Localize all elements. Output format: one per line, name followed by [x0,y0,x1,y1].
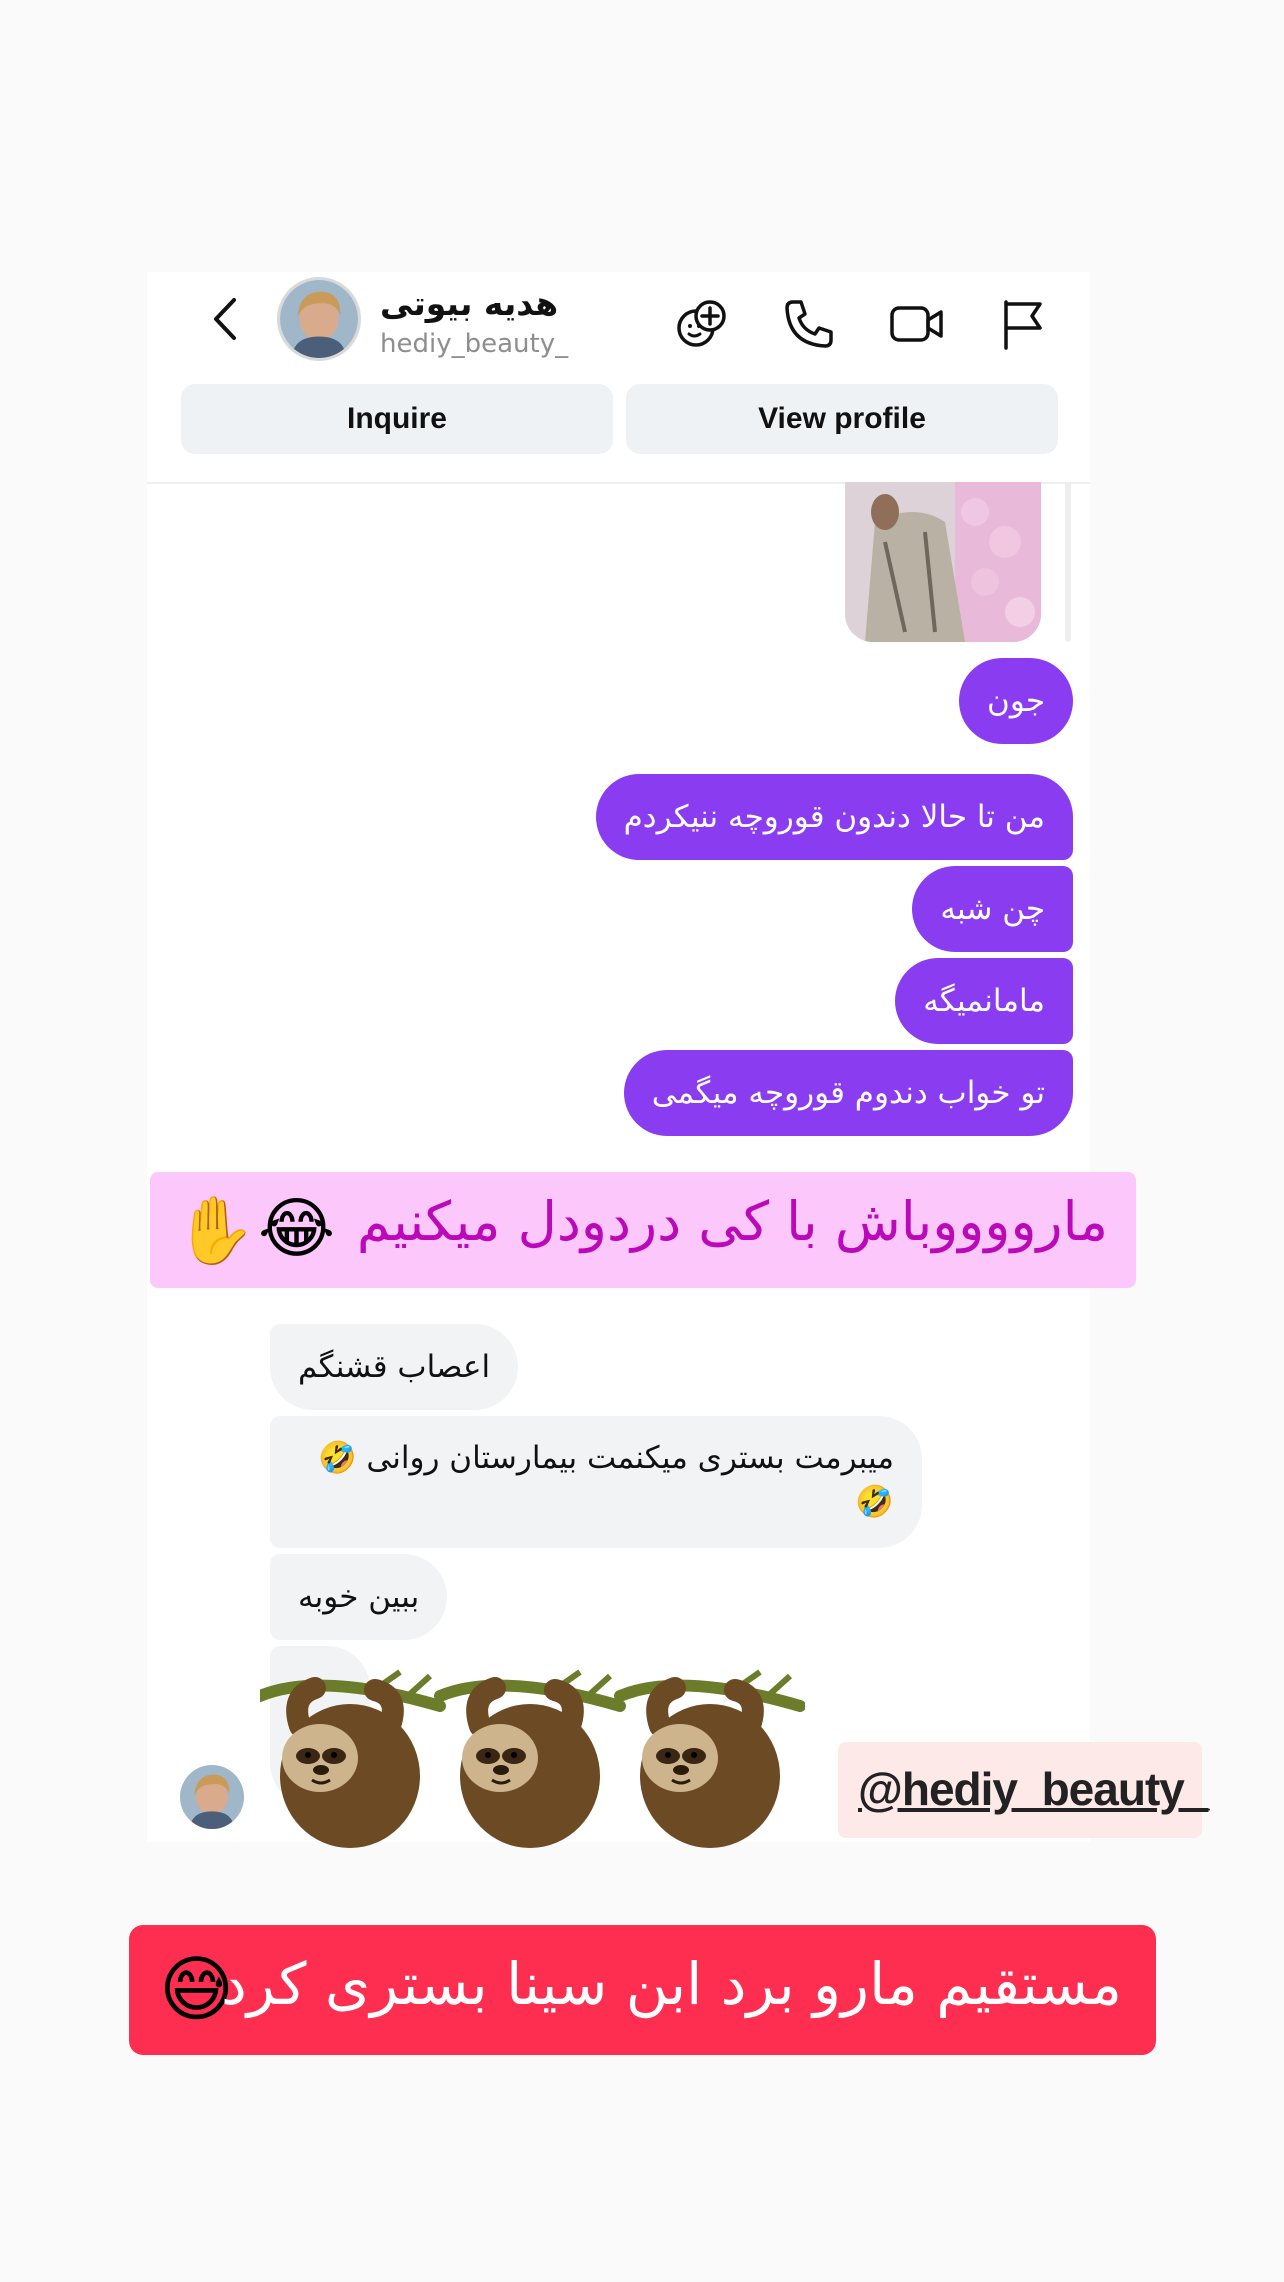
photo-scrollbar [1065,482,1071,642]
outgoing-message[interactable]: تو خواب دندوم قوروچه میگمی [623,1050,1073,1136]
report-flag-icon[interactable] [994,294,1054,354]
view-profile-button[interactable]: View profile [626,384,1058,454]
sloth-stickers [260,1666,805,1858]
add-people-icon[interactable] [672,294,732,354]
outgoing-message[interactable]: جون [959,658,1073,744]
profile-avatar[interactable] [277,277,361,361]
outgoing-message[interactable]: من تا حالا دندون قوروچه ننیکردم [595,774,1073,860]
outgoing-message[interactable]: مامانمیگه [895,958,1073,1044]
chat-header: هدیه بیوتی hediy_beauty_ Inquire View pr… [147,272,1090,484]
outgoing-message[interactable]: چن شبه [912,866,1073,952]
incoming-message[interactable]: ببین خوبه [270,1554,448,1640]
inquire-button[interactable]: Inquire [181,384,613,454]
dm-screenshot-card: هدیه بیوتی hediy_beauty_ Inquire View pr… [147,272,1090,1842]
caption-sticker-red: 😅 مستقیم مارو برد ابن سینا بستری کرد [129,1925,1156,2055]
caption-sticker-pink: ✋ 😂 مارووووباش با کی دردودل میکنیم [150,1172,1136,1288]
sender-avatar[interactable] [180,1765,244,1829]
caption-text-red: مستقیم مارو برد ابن سینا بستری کرد [220,1950,1122,2018]
video-call-icon[interactable] [887,294,947,354]
laughing-emoji-icon: 😂 [258,1190,336,1267]
username: hediy_beauty_ [380,329,569,359]
incoming-message[interactable]: اعصاب قشنگم [270,1324,519,1410]
display-name: هدیه بیوتی [380,284,559,323]
shared-photo[interactable] [845,482,1041,642]
phone-icon[interactable] [779,294,839,354]
raised-hand-emoji-icon: ✋ [174,1192,257,1269]
caption-text: مارووووباش با کی دردودل میکنیم [356,1190,1108,1253]
back-arrow-icon[interactable] [202,294,252,344]
mention-handle[interactable]: @hediy_beauty_ [858,1762,1209,1816]
message-thread[interactable]: جون من تا حالا دندون قوروچه ننیکردم چن ش… [147,482,1090,1842]
incoming-message[interactable]: میبرمت بستری میکنمت بیمارستان روانی 🤣🤣 [270,1416,922,1548]
mention-sticker[interactable]: @hediy_beauty_ [838,1742,1209,1838]
